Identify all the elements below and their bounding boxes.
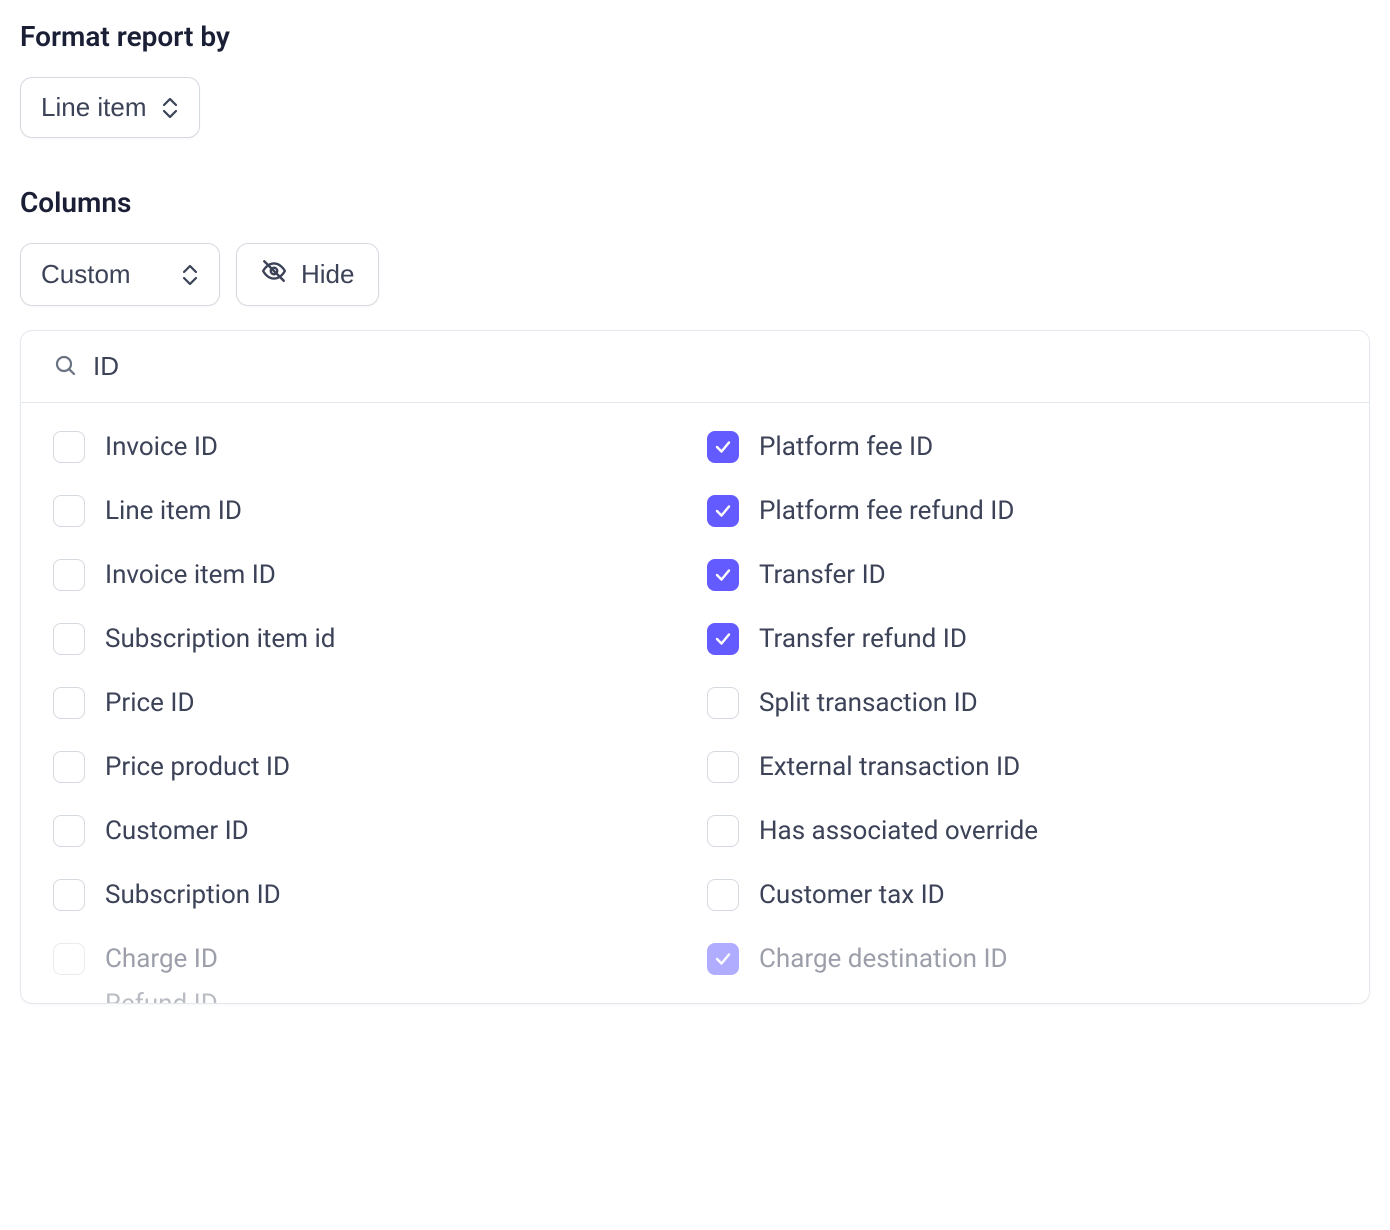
column-option[interactable]: Invoice item ID	[53, 543, 683, 607]
column-option-label: Charge ID	[105, 944, 218, 974]
truncated-option-label: Refund ID	[105, 991, 218, 1003]
checkbox[interactable]	[53, 559, 85, 591]
column-option[interactable]: Charge ID	[53, 927, 683, 991]
checkbox[interactable]	[707, 815, 739, 847]
column-option-label: Subscription ID	[105, 880, 281, 910]
column-option-label: Customer tax ID	[759, 880, 945, 910]
checkbox[interactable]	[707, 943, 739, 975]
columns-section: Columns Custom Hide	[20, 186, 1370, 1004]
column-option-label: Invoice ID	[105, 432, 218, 462]
column-option-label: Price ID	[105, 688, 195, 718]
column-option[interactable]: Transfer ID	[707, 543, 1337, 607]
column-option[interactable]: Subscription item id	[53, 607, 683, 671]
checkbox[interactable]	[707, 559, 739, 591]
column-option[interactable]: Platform fee refund ID	[707, 479, 1337, 543]
format-report-select[interactable]: Line item	[20, 77, 200, 138]
truncated-option-hint: Refund ID	[53, 991, 683, 1003]
checkbox[interactable]	[53, 431, 85, 463]
columns-options-grid: Invoice ID Line item ID Invoice item ID Sub…	[21, 403, 1369, 1003]
column-option-label: Subscription item id	[105, 624, 335, 654]
chevron-updown-icon	[161, 96, 179, 120]
column-option[interactable]: Invoice ID	[53, 415, 683, 479]
chevron-updown-icon	[181, 263, 199, 287]
columns-dropdown-panel: Invoice ID Line item ID Invoice item ID Sub…	[20, 330, 1370, 1004]
column-option[interactable]: Price ID	[53, 671, 683, 735]
checkbox[interactable]	[53, 623, 85, 655]
column-option[interactable]: Price product ID	[53, 735, 683, 799]
checkbox[interactable]	[707, 687, 739, 719]
checkbox[interactable]	[707, 431, 739, 463]
column-option[interactable]: Split transaction ID	[707, 671, 1337, 735]
column-option[interactable]: Has associated override	[707, 799, 1337, 863]
checkbox[interactable]	[53, 943, 85, 975]
column-option[interactable]: External transaction ID	[707, 735, 1337, 799]
column-option-label: Transfer refund ID	[759, 624, 967, 654]
column-option[interactable]: Customer tax ID	[707, 863, 1337, 927]
column-option-label: Charge destination ID	[759, 944, 1008, 974]
column-option-label: Platform fee refund ID	[759, 496, 1014, 526]
columns-preset-select[interactable]: Custom	[20, 243, 220, 306]
column-option[interactable]: Charge destination ID	[707, 927, 1337, 991]
checkbox[interactable]	[53, 495, 85, 527]
format-report-section: Format report by Line item	[20, 20, 1370, 138]
column-option[interactable]: Transfer refund ID	[707, 607, 1337, 671]
checkbox[interactable]	[707, 495, 739, 527]
hide-button[interactable]: Hide	[236, 243, 379, 306]
checkbox[interactable]	[53, 879, 85, 911]
column-option-label: Split transaction ID	[759, 688, 978, 718]
column-option[interactable]: Platform fee ID	[707, 415, 1337, 479]
column-option-label: Has associated override	[759, 816, 1038, 846]
format-report-label: Format report by	[20, 20, 1370, 53]
columns-preset-select-value: Custom	[41, 259, 131, 290]
checkbox[interactable]	[53, 687, 85, 719]
column-option-label: Price product ID	[105, 752, 290, 782]
column-option[interactable]: Line item ID	[53, 479, 683, 543]
column-option-label: Invoice item ID	[105, 560, 276, 590]
checkbox[interactable]	[53, 815, 85, 847]
column-option[interactable]: Customer ID	[53, 799, 683, 863]
column-option-label: Platform fee ID	[759, 432, 933, 462]
hide-button-label: Hide	[301, 259, 354, 290]
columns-search-input[interactable]	[93, 351, 1337, 382]
format-report-select-value: Line item	[41, 92, 147, 123]
columns-label: Columns	[20, 186, 1370, 219]
column-option[interactable]: Subscription ID	[53, 863, 683, 927]
column-option-label: Transfer ID	[759, 560, 886, 590]
column-option-label: Customer ID	[105, 816, 249, 846]
search-icon	[53, 353, 77, 381]
column-option-label: Line item ID	[105, 496, 242, 526]
checkbox[interactable]	[707, 751, 739, 783]
column-option-label: External transaction ID	[759, 752, 1020, 782]
eye-off-icon	[261, 258, 287, 291]
checkbox[interactable]	[53, 751, 85, 783]
columns-search-row	[21, 331, 1369, 403]
checkbox[interactable]	[707, 879, 739, 911]
checkbox[interactable]	[707, 623, 739, 655]
